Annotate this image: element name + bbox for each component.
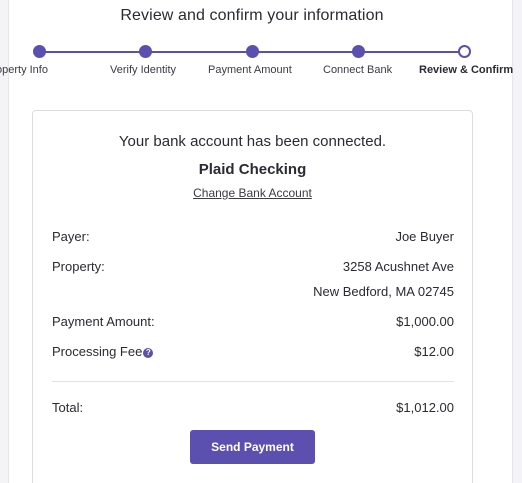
step-dot-connect-bank <box>352 45 365 58</box>
step-dot-property-info <box>33 45 46 58</box>
bank-connected-message: Your bank account has been connected. <box>118 133 387 150</box>
processing-fee-label: Processing Fee <box>52 344 143 359</box>
payer-label: Payer: <box>52 229 90 244</box>
step-label-verify-identity: Verify Identity <box>110 64 177 76</box>
payment-amount-value: $1,000.00 <box>396 314 454 329</box>
payment-amount-label: Payment Amount: <box>52 314 155 329</box>
step-label-payment-amount: Payment Amount <box>208 64 292 76</box>
step-dot-payment-amount <box>246 45 259 58</box>
property-label: Property: <box>52 259 105 274</box>
step-label-review-confirm: Review & Confirm <box>419 64 514 76</box>
total-value: $1,012.00 <box>396 400 454 415</box>
payer-value: Joe Buyer <box>395 229 454 244</box>
processing-fee-row-label: Processing Fee? <box>52 344 154 359</box>
step-dot-review-confirm <box>458 45 471 58</box>
bank-account-name: Plaid Checking <box>198 161 307 178</box>
total-divider <box>52 381 454 382</box>
right-scroll-edge <box>512 0 522 483</box>
send-payment-button[interactable]: Send Payment <box>190 430 315 464</box>
page-title: Review and confirm your information <box>120 7 384 24</box>
total-label: Total: <box>52 400 84 415</box>
step-label-connect-bank: Connect Bank <box>323 64 393 76</box>
question-circle-icon[interactable]: ? <box>143 348 154 358</box>
change-bank-account-link[interactable]: Change Bank Account <box>0 186 505 200</box>
processing-fee-value: $12.00 <box>414 344 454 359</box>
property-address-line2: New Bedford, MA 02745 <box>313 284 454 299</box>
review-confirm-page: Review and confirm your information Prop… <box>0 0 522 483</box>
step-dot-verify-identity <box>139 45 152 58</box>
property-address-line1: 3258 Acushnet Ave <box>342 259 454 274</box>
step-label-property-info: Property Info <box>0 64 48 76</box>
